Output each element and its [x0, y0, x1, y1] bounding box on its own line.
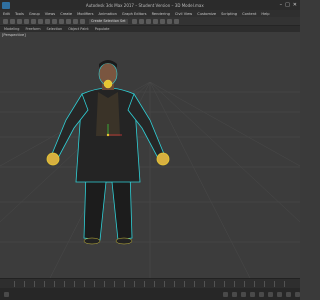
angle-snap-icon[interactable] [73, 18, 78, 24]
menu-item-modifiers[interactable]: Modifiers [77, 12, 93, 16]
maxscript-listener-icon[interactable] [4, 291, 9, 297]
viewport-scene [0, 60, 300, 278]
render-setup-icon[interactable] [166, 18, 172, 24]
render-icon[interactable] [173, 18, 179, 24]
layer-icon[interactable] [145, 18, 151, 24]
menu-item-edit[interactable]: Edit [3, 12, 10, 16]
go-to-start-icon[interactable] [241, 291, 246, 297]
redo-icon[interactable] [10, 18, 15, 24]
go-to-end-icon[interactable] [259, 291, 264, 297]
window-title: Autodesk 3ds Max 2017 – Student Version … [85, 2, 204, 8]
link-icon[interactable] [17, 18, 22, 24]
menu-item-scripting[interactable]: Scripting [221, 12, 237, 16]
grid-icon [0, 81, 300, 278]
menu-item-rendering[interactable]: Rendering [152, 12, 170, 16]
title-bar: Autodesk 3ds Max 2017 – Student Version … [0, 0, 300, 10]
select-by-name-icon[interactable] [38, 18, 43, 24]
app-logo-icon[interactable] [2, 1, 10, 9]
pan-icon[interactable] [277, 291, 282, 297]
material-editor-icon[interactable] [159, 18, 165, 24]
unlink-icon[interactable] [24, 18, 29, 24]
status-bar [0, 288, 300, 300]
scale-icon[interactable] [59, 18, 64, 24]
menu-item-graph-editors[interactable]: Graph Editors [122, 12, 147, 16]
rotate-icon[interactable] [52, 18, 57, 24]
menu-item-help[interactable]: Help [261, 12, 269, 16]
menu-item-animation[interactable]: Animation [99, 12, 117, 16]
menu-item-create[interactable]: Create [60, 12, 72, 16]
minimize-button[interactable]: – [280, 2, 283, 8]
main-toolbar: Create Selection Set [0, 17, 300, 26]
menu-item-content[interactable]: Content [242, 12, 256, 16]
character-model[interactable] [46, 60, 170, 245]
menu-item-tools[interactable]: Tools [15, 12, 24, 16]
curve-editor-icon[interactable] [152, 18, 158, 24]
move-icon[interactable] [45, 18, 50, 24]
percent-snap-icon[interactable] [80, 18, 85, 24]
menu-bar: Edit Tools Group Views Create Modifiers … [0, 10, 300, 17]
play-icon[interactable] [250, 291, 255, 297]
ribbon-tab-object-paint[interactable]: Object Paint [68, 27, 89, 31]
mirror-icon[interactable] [131, 18, 137, 24]
select-icon[interactable] [31, 18, 36, 24]
ribbon-tab-populate[interactable]: Populate [95, 27, 110, 31]
perspective-viewport[interactable]: [Perspective] [0, 32, 300, 278]
zoom-icon[interactable] [268, 291, 273, 297]
align-icon[interactable] [138, 18, 144, 24]
undo-icon[interactable] [3, 18, 8, 24]
snap-icon[interactable] [66, 18, 71, 24]
ribbon-tab-selection[interactable]: Selection [47, 27, 63, 31]
window-controls: – □ ✕ [280, 2, 297, 8]
viewport-label[interactable]: [Perspective] [2, 33, 26, 37]
menu-item-group[interactable]: Group [29, 12, 40, 16]
timeline-ticks [14, 281, 294, 287]
lock-selection-icon[interactable] [223, 291, 228, 297]
menu-item-views[interactable]: Views [45, 12, 55, 16]
maximize-button[interactable]: □ [285, 2, 290, 8]
maximize-viewport-icon[interactable] [295, 291, 300, 297]
menu-item-civil-view[interactable]: Civil View [175, 12, 192, 16]
selection-set-dropdown[interactable]: Create Selection Set [89, 18, 128, 24]
ribbon-tab-modeling[interactable]: Modeling [4, 27, 19, 31]
orbit-icon[interactable] [286, 291, 291, 297]
close-button[interactable]: ✕ [293, 2, 297, 8]
absolute-mode-icon[interactable] [232, 291, 237, 297]
menu-item-customize[interactable]: Customize [197, 12, 216, 16]
ribbon-tab-freeform[interactable]: Freeform [25, 27, 40, 31]
